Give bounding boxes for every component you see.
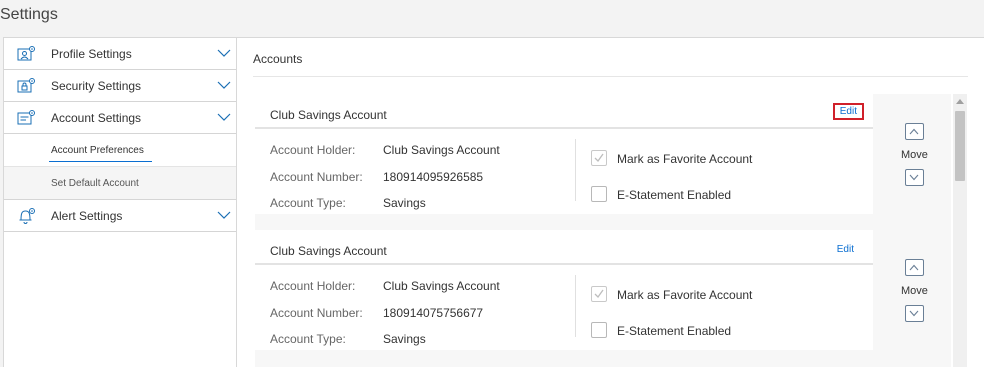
scrollbar-thumb[interactable]: [955, 111, 965, 181]
sidebar-subitem-label: Account Preferences: [51, 145, 144, 156]
account-number-value: 180914095926585: [383, 170, 484, 184]
sidebar-item-profile-settings[interactable]: Profile Settings: [4, 38, 236, 70]
checkmark-icon: [594, 153, 604, 163]
chevron-up-icon: [909, 128, 919, 135]
accounts-heading: Accounts: [253, 52, 303, 66]
account-card-title: Club Savings Account: [270, 108, 387, 122]
favorite-checkbox-label: Mark as Favorite Account: [617, 288, 753, 302]
account-card: Club Savings Account Edit Account Holder…: [255, 230, 873, 350]
move-up-button[interactable]: [905, 123, 924, 140]
sidebar-item-label: Security Settings: [51, 78, 142, 93]
account-type-value: Savings: [383, 196, 426, 210]
chevron-down-icon[interactable]: [217, 48, 231, 58]
account-holder-label: Account Holder:: [270, 279, 356, 293]
account-holder-value: Club Savings Account: [383, 143, 500, 157]
divider: [253, 76, 968, 77]
sidebar-item-label: Profile Settings: [51, 46, 132, 61]
divider: [255, 127, 873, 129]
accounts-list: Club Savings Account Edit Account Holder…: [255, 94, 951, 367]
account-type-value: Savings: [383, 332, 426, 346]
sidebar: Profile Settings Security Settings Accou…: [4, 38, 237, 367]
divider: [575, 139, 576, 201]
account-card-title: Club Savings Account: [270, 244, 387, 258]
edit-button[interactable]: Edit: [832, 103, 864, 120]
account-number-label: Account Number:: [270, 170, 363, 184]
sidebar-subitem-account-preferences[interactable]: Account Preferences: [4, 134, 236, 166]
move-down-button[interactable]: [905, 169, 924, 186]
account-card: Club Savings Account Edit Account Holder…: [255, 94, 873, 214]
sidebar-item-label: Alert Settings: [51, 208, 123, 223]
account-number-label: Account Number:: [270, 306, 363, 320]
account-type-label: Account Type:: [270, 332, 346, 346]
sidebar-item-security-settings[interactable]: Security Settings: [4, 70, 236, 102]
divider: [255, 263, 873, 265]
account-holder-label: Account Holder:: [270, 143, 356, 157]
account-settings-icon: [17, 110, 35, 125]
bell-settings-icon: [19, 208, 35, 224]
sidebar-item-alert-settings[interactable]: Alert Settings: [4, 200, 236, 232]
move-up-button[interactable]: [905, 259, 924, 276]
active-indicator: [49, 161, 152, 162]
move-control: Move: [895, 242, 935, 332]
settings-panel: Profile Settings Security Settings Accou…: [3, 37, 984, 367]
move-control: Move: [895, 106, 935, 196]
move-label: Move: [901, 149, 928, 161]
account-type-label: Account Type:: [270, 196, 346, 210]
favorite-checkbox[interactable]: [591, 286, 607, 302]
move-label: Move: [901, 285, 928, 297]
favorite-checkbox[interactable]: [591, 150, 607, 166]
scroll-up-arrow-icon[interactable]: [956, 99, 964, 104]
estatement-checkbox[interactable]: [591, 186, 607, 202]
profile-settings-icon: [17, 46, 35, 61]
estatement-checkbox-label: E-Statement Enabled: [617, 188, 732, 202]
security-settings-icon: [17, 78, 35, 93]
estatement-checkbox-label: E-Statement Enabled: [617, 324, 732, 338]
scrollbar[interactable]: [953, 94, 967, 367]
account-holder-value: Club Savings Account: [383, 279, 500, 293]
edit-button[interactable]: Edit: [832, 241, 859, 258]
sidebar-item-account-settings[interactable]: Account Settings: [4, 102, 236, 134]
chevron-down-icon[interactable]: [217, 80, 231, 90]
chevron-up-icon: [909, 264, 919, 271]
chevron-down-icon[interactable]: [217, 112, 231, 122]
divider: [575, 275, 576, 337]
sidebar-subitem-label: Set Default Account: [51, 178, 139, 189]
sidebar-item-label: Account Settings: [51, 110, 142, 125]
chevron-down-icon: [909, 174, 919, 181]
sidebar-subitem-set-default-account[interactable]: Set Default Account: [4, 166, 236, 200]
account-number-value: 180914075756677: [383, 306, 484, 320]
page-title: Settings: [0, 6, 58, 23]
chevron-down-icon: [909, 310, 919, 317]
favorite-checkbox-label: Mark as Favorite Account: [617, 152, 753, 166]
move-down-button[interactable]: [905, 305, 924, 322]
checkmark-icon: [594, 289, 604, 299]
estatement-checkbox[interactable]: [591, 322, 607, 338]
chevron-down-icon[interactable]: [217, 210, 231, 220]
